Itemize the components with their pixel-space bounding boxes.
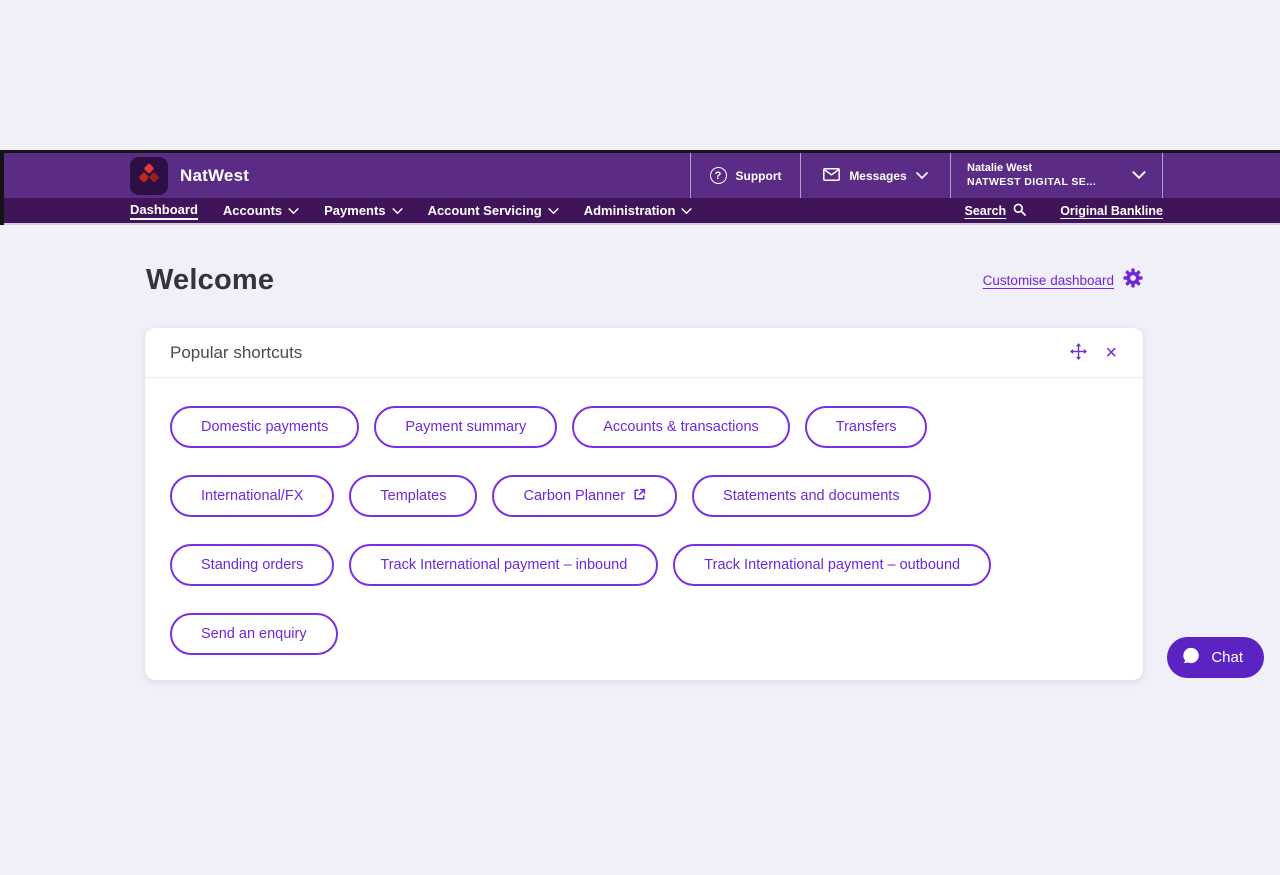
shortcut-statements-documents[interactable]: Statements and documents — [692, 475, 931, 517]
chevron-down-icon — [391, 203, 403, 218]
original-bankline-link[interactable]: Original Bankline — [1060, 204, 1163, 218]
nav-items: Dashboard Accounts Payments Account Serv… — [130, 202, 693, 220]
user-menu-button[interactable]: Natalie West NATWEST DIGITAL SE... — [950, 153, 1163, 198]
chevron-down-icon — [915, 169, 928, 183]
shortcut-international-fx[interactable]: International/FX — [170, 475, 335, 517]
nav-item-accounts[interactable]: Accounts — [223, 203, 299, 218]
welcome-row: Welcome Customise dashboard — [146, 264, 1143, 297]
external-link-icon — [633, 488, 646, 505]
header-actions: ? Support Messages Natalie West NATWEST … — [690, 153, 1163, 198]
shortcut-standing-orders[interactable]: Standing orders — [170, 544, 335, 586]
chevron-down-icon — [681, 203, 693, 218]
shortcut-domestic-payments[interactable]: Domestic payments — [170, 406, 360, 448]
messages-label: Messages — [849, 168, 907, 183]
move-widget-button[interactable] — [1070, 342, 1088, 363]
support-button[interactable]: ? Support — [690, 153, 800, 198]
brand: NatWest — [130, 153, 249, 198]
shortcut-send-enquiry[interactable]: Send an enquiry — [170, 613, 338, 655]
envelope-icon — [823, 167, 841, 184]
search-icon — [1013, 203, 1027, 219]
customise-dashboard-link[interactable]: Customise dashboard — [983, 268, 1143, 293]
shortcuts-row-1: Domestic payments Payment summary Accoun… — [170, 406, 1118, 448]
card-title: Popular shortcuts — [170, 342, 303, 362]
close-widget-button[interactable]: × — [1105, 343, 1117, 363]
top-header-bar: NatWest ? Support Messages Natalie West … — [0, 150, 1280, 198]
shortcut-accounts-transactions[interactable]: Accounts & transactions — [572, 406, 790, 448]
search-link[interactable]: Search — [964, 203, 1027, 219]
nav-item-dashboard[interactable]: Dashboard — [130, 202, 198, 220]
help-icon: ? — [709, 167, 727, 184]
page-title: Welcome — [146, 264, 275, 296]
chevron-down-icon — [1132, 169, 1146, 183]
card-header: Popular shortcuts × — [145, 328, 1143, 378]
brand-name: NatWest — [180, 165, 250, 185]
shortcut-track-international-inbound[interactable]: Track International payment – inbound — [349, 544, 659, 586]
shortcuts-list: Domestic payments Payment summary Accoun… — [145, 378, 1143, 680]
nav-item-administration[interactable]: Administration — [584, 203, 693, 218]
shortcuts-row-3: Standing orders Track International paym… — [170, 544, 1118, 586]
chat-label: Chat — [1211, 649, 1243, 666]
natwest-logo-icon — [130, 156, 168, 195]
shortcut-transfers[interactable]: Transfers — [804, 406, 928, 448]
messages-menu-button[interactable]: Messages — [800, 153, 950, 198]
chevron-down-icon — [548, 203, 559, 218]
shortcut-carbon-planner[interactable]: Carbon Planner — [492, 475, 678, 517]
user-identity: Natalie West NATWEST DIGITAL SE... — [967, 162, 1096, 189]
bankline-dashboard-screen: NatWest ? Support Messages Natalie West … — [0, 0, 1280, 875]
shortcut-track-international-outbound[interactable]: Track International payment – outbound — [673, 544, 992, 586]
shortcuts-row-4: Send an enquiry — [170, 613, 1118, 655]
chevron-down-icon — [288, 203, 299, 218]
shortcuts-row-2: International/FX Templates Carbon Planne… — [170, 475, 1118, 517]
screen-edge-artifact — [0, 150, 4, 225]
user-name: Natalie West — [967, 162, 1033, 175]
main-nav-bar: Dashboard Accounts Payments Account Serv… — [0, 198, 1280, 225]
nav-item-payments[interactable]: Payments — [324, 203, 403, 218]
move-icon — [1070, 342, 1088, 363]
gear-icon — [1123, 268, 1143, 293]
chat-bubble-icon — [1180, 645, 1202, 671]
chat-button[interactable]: Chat — [1167, 637, 1264, 678]
popular-shortcuts-card: Popular shortcuts × Domestic payments Pa… — [145, 328, 1143, 680]
nav-utilities: Search Original Bankline — [964, 203, 1163, 219]
user-organisation: NATWEST DIGITAL SE... — [967, 175, 1097, 188]
shortcut-templates[interactable]: Templates — [349, 475, 478, 517]
card-actions: × — [1070, 342, 1117, 363]
nav-item-account-servicing[interactable]: Account Servicing — [428, 203, 559, 218]
shortcut-payment-summary[interactable]: Payment summary — [374, 406, 558, 448]
support-label: Support — [735, 168, 782, 183]
close-icon: × — [1105, 341, 1117, 364]
